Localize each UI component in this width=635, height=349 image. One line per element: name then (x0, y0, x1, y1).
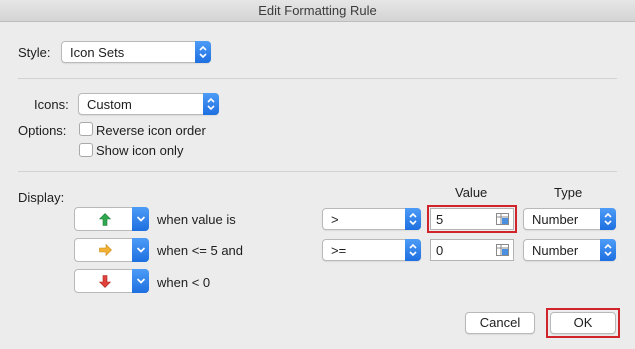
options-label: Options: (18, 123, 67, 138)
rule-1-icon-select[interactable] (74, 207, 149, 231)
rule-1-operator-select[interactable]: > (322, 208, 421, 230)
rule-1-type-select[interactable]: Number (523, 208, 616, 230)
rule-1-operator-value: > (331, 212, 339, 227)
up-down-chevron-icon (195, 41, 211, 63)
green-up-arrow-icon (99, 213, 111, 226)
cell-reference-icon[interactable] (496, 244, 509, 256)
rule-2-operator-value: >= (331, 243, 347, 258)
style-select[interactable]: Icon Sets (61, 41, 211, 63)
icons-label: Icons: (34, 97, 69, 112)
yellow-right-arrow-icon (99, 244, 112, 256)
rule-1-type-value: Number (532, 212, 579, 227)
style-label: Style: (18, 45, 51, 60)
rule-2-condition-text: when <= 5 and (157, 243, 244, 258)
rule-2-type-select[interactable]: Number (523, 239, 616, 261)
rule-2-value-input[interactable]: 0 (430, 239, 514, 261)
ok-highlight-box (546, 308, 620, 338)
display-label: Display: (18, 190, 65, 205)
up-down-chevron-icon (600, 208, 616, 230)
reverse-icon-order-checkbox[interactable] (79, 122, 93, 136)
value-highlight-box (427, 205, 517, 233)
icons-select[interactable]: Custom (78, 93, 219, 115)
up-down-chevron-icon (405, 208, 421, 230)
rule-3-condition-text: when < 0 (157, 275, 211, 290)
type-column-header: Type (554, 185, 583, 200)
window-title: Edit Formatting Rule (0, 0, 635, 22)
rule-2-value-text: 0 (436, 243, 444, 258)
rule-2-operator-select[interactable]: >= (322, 239, 421, 261)
chevron-down-icon (132, 269, 149, 293)
cancel-button[interactable]: Cancel (465, 312, 535, 334)
show-icon-only-checkbox[interactable] (79, 143, 93, 157)
divider (18, 171, 617, 172)
divider (18, 78, 617, 79)
rule-2-icon-select[interactable] (74, 238, 149, 262)
rule-3-icon-select[interactable] (74, 269, 149, 293)
style-select-value: Icon Sets (70, 45, 125, 60)
red-down-arrow-icon (99, 275, 111, 288)
rule-1-condition-text: when value is (157, 212, 236, 227)
rule-2-type-value: Number (532, 243, 579, 258)
up-down-chevron-icon (405, 239, 421, 261)
reverse-icon-order-label: Reverse icon order (96, 123, 206, 138)
show-icon-only-label: Show icon only (96, 143, 184, 158)
value-column-header: Value (455, 185, 488, 200)
chevron-down-icon (132, 207, 149, 231)
icons-select-value: Custom (87, 97, 132, 112)
up-down-chevron-icon (600, 239, 616, 261)
chevron-down-icon (132, 238, 149, 262)
up-down-chevron-icon (203, 93, 219, 115)
